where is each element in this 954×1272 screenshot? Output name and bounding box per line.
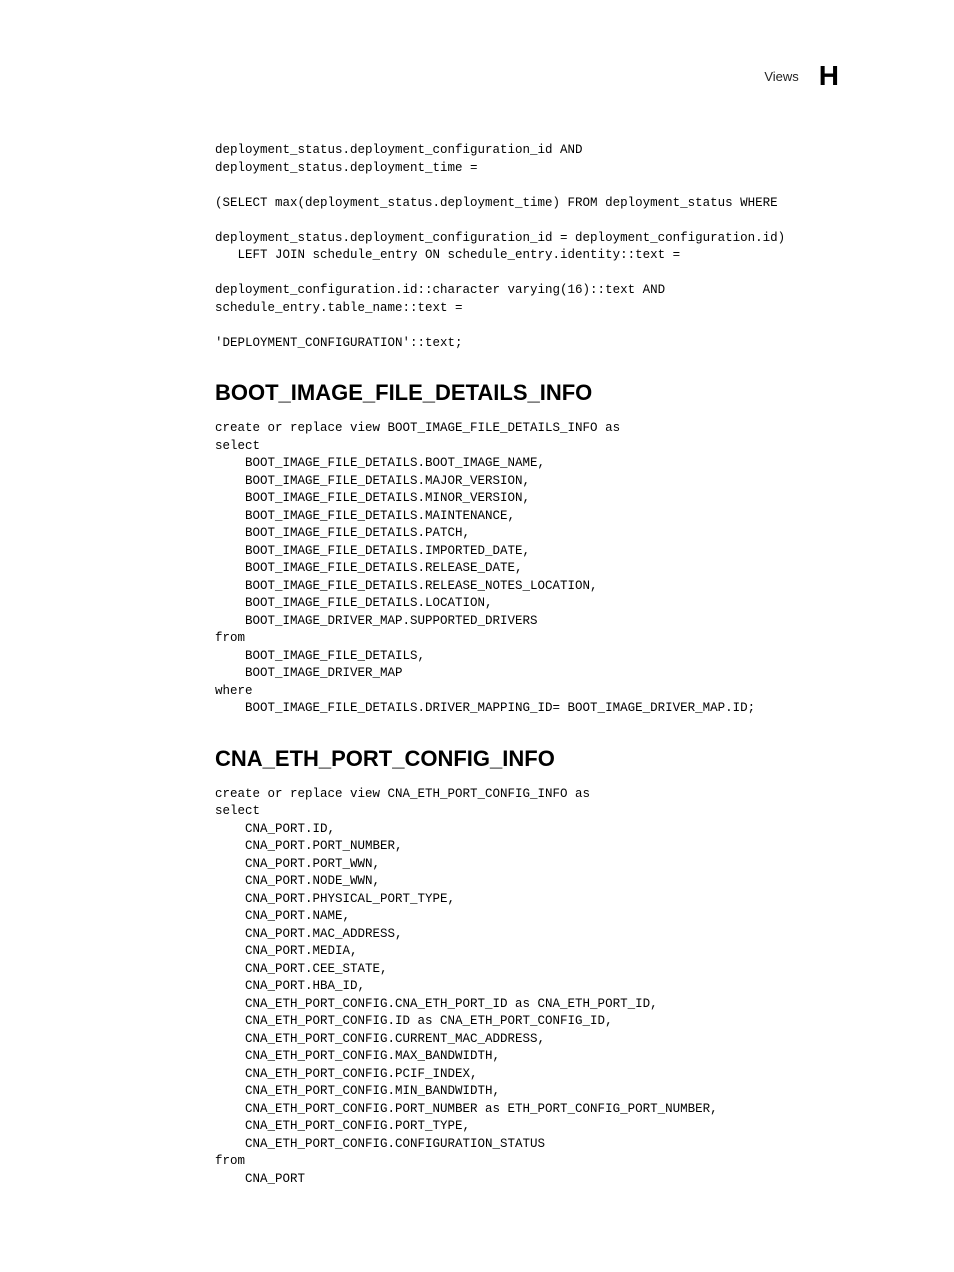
header-section-label: Views xyxy=(764,69,798,84)
code-block-deployment-status: deployment_status.deployment_configurati… xyxy=(215,142,839,352)
page: Views H deployment_status.deployment_con… xyxy=(0,0,954,1272)
section-heading-boot-image: BOOT_IMAGE_FILE_DETAILS_INFO xyxy=(215,380,839,406)
section-heading-cna-eth-port: CNA_ETH_PORT_CONFIG_INFO xyxy=(215,746,839,772)
code-block-boot-image: create or replace view BOOT_IMAGE_FILE_D… xyxy=(215,420,839,718)
code-block-cna-eth-port: create or replace view CNA_ETH_PORT_CONF… xyxy=(215,786,839,1189)
header-appendix-letter: H xyxy=(819,60,839,92)
page-header: Views H xyxy=(215,60,839,92)
